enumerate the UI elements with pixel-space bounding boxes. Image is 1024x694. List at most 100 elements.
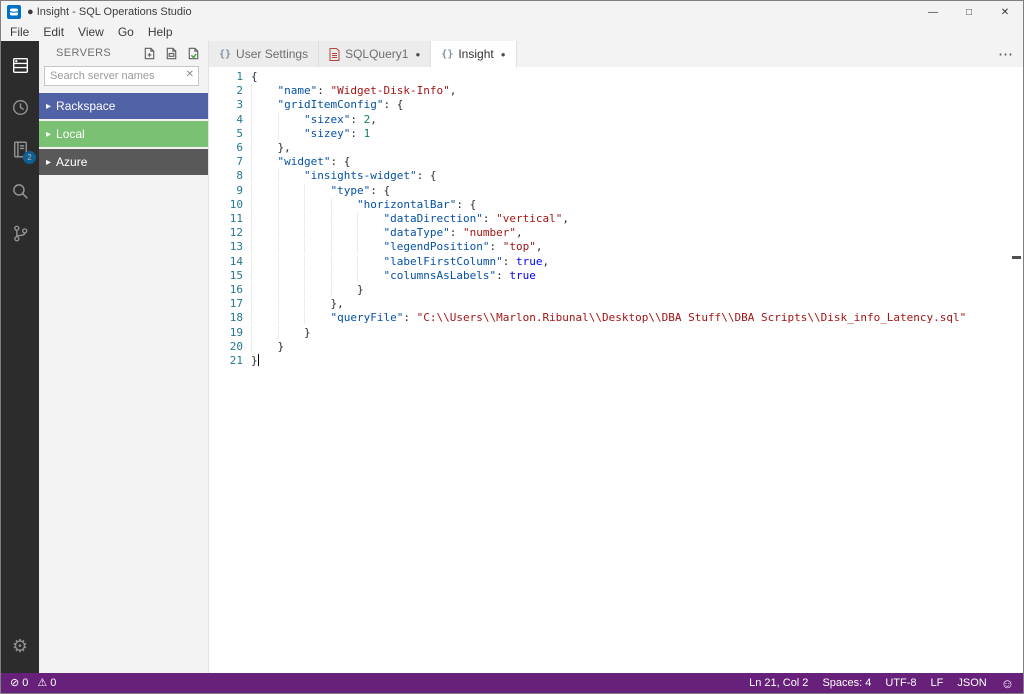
code-line: 3 "gridItemConfig": { bbox=[209, 98, 1023, 112]
server-group-label: Rackspace bbox=[56, 99, 115, 113]
error-icon: ⊘ bbox=[10, 678, 19, 689]
menu-view[interactable]: View bbox=[71, 25, 111, 39]
close-button[interactable]: ✕ bbox=[987, 1, 1023, 23]
line-number: 9 bbox=[209, 184, 243, 198]
code-line: 7 "widget": { bbox=[209, 155, 1023, 169]
line-number: 5 bbox=[209, 127, 243, 141]
new-connection-icon[interactable] bbox=[141, 45, 157, 61]
window-controls: — □ ✕ bbox=[915, 1, 1023, 23]
task-history-icon[interactable] bbox=[1, 86, 39, 128]
source-control-icon[interactable] bbox=[1, 212, 39, 254]
menu-go[interactable]: Go bbox=[111, 25, 141, 39]
tab-label: SQLQuery1 bbox=[345, 47, 408, 61]
server-group-local[interactable]: ▸ Local bbox=[39, 121, 208, 147]
line-number: 2 bbox=[209, 84, 243, 98]
app-window: ● Insight - SQL Operations Studio — □ ✕ … bbox=[0, 0, 1024, 694]
code-line: 20 } bbox=[209, 340, 1023, 354]
tab-label: User Settings bbox=[236, 47, 308, 61]
new-server-group-icon[interactable] bbox=[163, 45, 179, 61]
warning-icon: ⚠ bbox=[37, 678, 47, 689]
editor-area: {}User Settings SQLQuery1 ● {}Insight● ⋯ 1{… bbox=[209, 41, 1023, 673]
modified-dot: ● bbox=[415, 50, 420, 59]
language-mode[interactable]: JSON bbox=[957, 677, 986, 689]
line-number: 8 bbox=[209, 169, 243, 183]
notebooks-icon[interactable]: 2 bbox=[1, 128, 39, 170]
sql-file-icon bbox=[329, 48, 340, 61]
search-input[interactable] bbox=[44, 66, 199, 86]
code-line: 13 "legendPosition": "top", bbox=[209, 240, 1023, 254]
window-title: ● Insight - SQL Operations Studio bbox=[27, 6, 192, 18]
maximize-button[interactable]: □ bbox=[951, 1, 987, 23]
line-number: 13 bbox=[209, 240, 243, 254]
line-number: 12 bbox=[209, 226, 243, 240]
code-line: 17 }, bbox=[209, 297, 1023, 311]
status-bar: ⊘ 0 ⚠ 0 Ln 21, Col 2 Spaces: 4 UTF-8 LF JSON… bbox=[1, 673, 1023, 693]
code-editor[interactable]: 1{2 "name": "Widget-Disk-Info",3 "gridIt… bbox=[209, 67, 1023, 673]
servers-icon[interactable] bbox=[1, 44, 39, 86]
code-line: 9 "type": { bbox=[209, 184, 1023, 198]
warnings-indicator[interactable]: ⚠ 0 bbox=[37, 677, 56, 689]
errors-indicator[interactable]: ⊘ 0 bbox=[10, 677, 28, 689]
code-line: 18 "queryFile": "C:\\Users\\Marlon.Ribun… bbox=[209, 311, 1023, 325]
search-icon[interactable] bbox=[1, 170, 39, 212]
sidebar-title: SERVERS bbox=[56, 47, 111, 59]
warning-count: 0 bbox=[50, 677, 56, 689]
line-number: 10 bbox=[209, 198, 243, 212]
code-line: 1{ bbox=[209, 70, 1023, 84]
titlebar: ● Insight - SQL Operations Studio — □ ✕ bbox=[1, 1, 1023, 23]
activity-badge: 2 bbox=[23, 151, 36, 164]
line-number: 21 bbox=[209, 354, 243, 368]
code-line: 11 "dataDirection": "vertical", bbox=[209, 212, 1023, 226]
code-line: 2 "name": "Widget-Disk-Info", bbox=[209, 84, 1023, 98]
menu-edit[interactable]: Edit bbox=[36, 25, 71, 39]
cursor-position[interactable]: Ln 21, Col 2 bbox=[749, 677, 808, 689]
line-number: 19 bbox=[209, 326, 243, 340]
statusbar-right: Ln 21, Col 2 Spaces: 4 UTF-8 LF JSON ☺ bbox=[749, 677, 1014, 690]
code-line: 10 "horizontalBar": { bbox=[209, 198, 1023, 212]
tab-bar: {}User Settings SQLQuery1 ● {}Insight● ⋯ bbox=[209, 41, 1023, 67]
encoding[interactable]: UTF-8 bbox=[885, 677, 916, 689]
servers-sidebar: SERVERS ✕ ▸ Rackspace ▸ Local ▸ Azure bbox=[39, 41, 209, 673]
line-number: 16 bbox=[209, 283, 243, 297]
server-group-rackspace[interactable]: ▸ Rackspace bbox=[39, 93, 208, 119]
feedback-smiley-icon[interactable]: ☺ bbox=[1001, 677, 1014, 690]
code-line: 6 }, bbox=[209, 141, 1023, 155]
active-connections-icon[interactable] bbox=[185, 45, 201, 61]
clear-search-icon[interactable]: ✕ bbox=[186, 70, 194, 80]
line-number: 14 bbox=[209, 255, 243, 269]
expand-arrow-icon: ▸ bbox=[46, 129, 51, 140]
menu-file[interactable]: File bbox=[3, 25, 36, 39]
sidebar-header-actions bbox=[141, 45, 201, 61]
code-line: 4 "sizex": 2, bbox=[209, 113, 1023, 127]
line-number: 17 bbox=[209, 297, 243, 311]
code-line: 14 "labelFirstColumn": true, bbox=[209, 255, 1023, 269]
statusbar-left: ⊘ 0 ⚠ 0 bbox=[10, 677, 56, 689]
sidebar-header: SERVERS bbox=[39, 41, 208, 65]
code-line: 8 "insights-widget": { bbox=[209, 169, 1023, 183]
eol[interactable]: LF bbox=[931, 677, 944, 689]
indentation[interactable]: Spaces: 4 bbox=[822, 677, 871, 689]
tab-user-settings[interactable]: {}User Settings bbox=[209, 41, 319, 67]
app-icon bbox=[7, 5, 21, 19]
server-group-label: Azure bbox=[56, 155, 87, 169]
error-count: 0 bbox=[22, 677, 28, 689]
line-number: 3 bbox=[209, 98, 243, 112]
code-line: 15 "columnsAsLabels": true bbox=[209, 269, 1023, 283]
code-line: 5 "sizey": 1 bbox=[209, 127, 1023, 141]
menu-help[interactable]: Help bbox=[141, 25, 180, 39]
activity-bar: 2 ⚙ bbox=[1, 41, 39, 673]
line-number: 4 bbox=[209, 113, 243, 127]
line-number: 6 bbox=[209, 141, 243, 155]
tab-sqlquery1[interactable]: SQLQuery1 ● bbox=[319, 41, 431, 67]
tab-insight[interactable]: {}Insight● bbox=[431, 41, 516, 67]
more-actions-icon[interactable]: ⋯ bbox=[998, 45, 1013, 63]
line-number: 7 bbox=[209, 155, 243, 169]
expand-arrow-icon: ▸ bbox=[46, 157, 51, 168]
code-line: 12 "dataType": "number", bbox=[209, 226, 1023, 240]
minimize-button[interactable]: — bbox=[915, 1, 951, 23]
server-group-azure[interactable]: ▸ Azure bbox=[39, 149, 208, 175]
server-group-label: Local bbox=[56, 127, 85, 141]
expand-arrow-icon: ▸ bbox=[46, 101, 51, 112]
overview-ruler-mark bbox=[1012, 256, 1021, 259]
settings-icon[interactable]: ⚙ bbox=[1, 625, 39, 667]
